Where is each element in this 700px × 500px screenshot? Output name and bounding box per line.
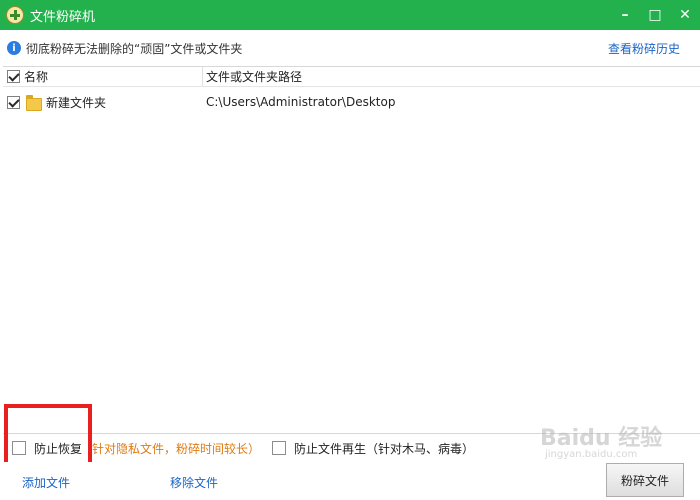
info-icon: i xyxy=(7,41,21,55)
info-text: 彻底粉碎无法删除的“顽固”文件或文件夹 xyxy=(26,41,243,56)
bottom-bar: 添加文件 移除文件 xyxy=(0,462,700,500)
prevent-recovery-note: 针对隐私文件，粉碎时间较长） xyxy=(92,441,261,456)
table-row[interactable]: 新建文件夹 C:\Users\Administrator\Desktop xyxy=(3,89,700,115)
column-name-label: 名称 xyxy=(24,70,49,84)
table-header: 名称 文件或文件夹路径 xyxy=(3,67,700,87)
window-title: 文件粉碎机 xyxy=(30,9,96,25)
select-all-checkbox[interactable] xyxy=(7,70,20,83)
annotation-highlight-box xyxy=(4,404,92,466)
row-name: 新建文件夹 xyxy=(46,95,107,110)
title-bar: 文件粉碎机 – □ ✕ xyxy=(0,0,700,30)
prevent-regen-checkbox[interactable] xyxy=(272,441,287,455)
app-logo-icon xyxy=(6,6,24,24)
options-bar: 防止恢复 针对隐私文件，粉碎时间较长） 防止文件再生（针对木马、病毒） xyxy=(0,434,700,462)
add-file-link[interactable]: 添加文件 xyxy=(22,474,70,491)
column-header-name[interactable]: 名称 xyxy=(3,67,203,86)
shred-file-button[interactable]: 粉碎文件 xyxy=(606,463,684,497)
remove-file-link[interactable]: 移除文件 xyxy=(170,474,218,491)
info-bar: i 彻底粉碎无法删除的“顽固”文件或文件夹 查看粉碎历史 xyxy=(0,30,700,66)
folder-icon xyxy=(26,95,42,111)
minimize-icon[interactable]: – xyxy=(610,0,640,30)
view-history-link[interactable]: 查看粉碎历史 xyxy=(608,40,680,57)
window-controls: – □ ✕ xyxy=(610,0,700,30)
row-checkbox[interactable] xyxy=(7,95,20,109)
close-icon[interactable]: ✕ xyxy=(670,0,700,30)
prevent-regen-label[interactable]: 防止文件再生（针对木马、病毒） xyxy=(294,440,474,457)
column-header-path[interactable]: 文件或文件夹路径 xyxy=(203,67,302,86)
column-path-label: 文件或文件夹路径 xyxy=(206,70,303,84)
file-table: 名称 文件或文件夹路径 新建文件夹 C:\Users\Administrator… xyxy=(3,66,700,434)
maximize-icon[interactable]: □ xyxy=(640,0,670,30)
row-path: C:\Users\Administrator\Desktop xyxy=(206,95,396,109)
row-name-cell: 新建文件夹 xyxy=(3,94,203,111)
